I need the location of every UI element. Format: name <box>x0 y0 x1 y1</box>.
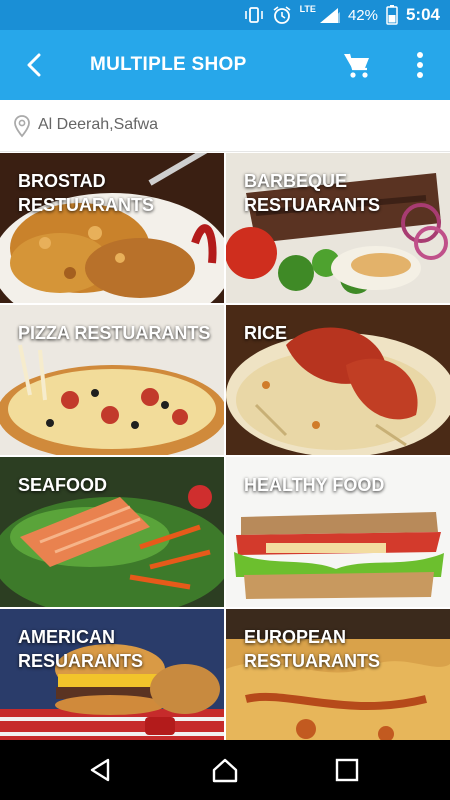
category-tile-american[interactable]: AMERICAN RESUARANTS <box>0 609 224 740</box>
back-button[interactable] <box>14 48 54 82</box>
location-bar[interactable]: Al Deerah,Safwa <box>0 100 450 152</box>
category-grid: BROSTAD RESTUARANTS BARBEQUE RESTUARANTS <box>0 153 450 740</box>
signal-icon <box>319 8 340 23</box>
category-label: PIZZA RESTUARANTS <box>18 323 211 343</box>
category-tile-seafood[interactable]: SEAFOOD <box>0 457 224 607</box>
status-icons: LTE 42% 5:04 <box>244 0 440 30</box>
category-label: BROSTAD RESTUARANTS <box>18 171 155 215</box>
alarm-icon <box>273 6 291 24</box>
category-tile-brostad[interactable]: BROSTAD RESTUARANTS <box>0 153 224 303</box>
location-text: Al Deerah,Safwa <box>38 116 159 133</box>
more-vert-icon <box>417 52 423 78</box>
network-label: LTE <box>299 4 316 14</box>
category-label: BARBEQUE RESTUARANTS <box>244 171 381 215</box>
app-bar: MULTIPLE SHOP <box>0 30 450 100</box>
nav-recents-icon[interactable] <box>332 756 362 784</box>
category-label: HEALTHY FOOD <box>244 475 385 495</box>
clock-time: 5:04 <box>405 5 440 24</box>
category-label: RICE <box>244 323 288 343</box>
category-tile-european[interactable]: EUROPEAN RESTUARANTS <box>226 609 450 740</box>
category-tile-rice[interactable]: RICE <box>226 305 450 455</box>
category-label: AMERICAN RESUARANTS <box>18 627 144 671</box>
back-arrow-icon <box>27 53 41 77</box>
battery-percent: 42% <box>347 6 378 24</box>
cart-icon <box>344 53 369 78</box>
nav-home-icon[interactable] <box>210 756 240 784</box>
cart-button[interactable] <box>342 50 376 80</box>
category-tile-barbeque[interactable]: BARBEQUE RESTUARANTS <box>226 153 450 303</box>
vibrate-icon <box>244 7 263 23</box>
category-label: EUROPEAN RESTUARANTS <box>244 627 381 671</box>
nav-back-icon[interactable] <box>86 756 116 784</box>
category-tile-pizza[interactable]: PIZZA RESTUARANTS <box>0 305 224 455</box>
page-title: MULTIPLE SHOP <box>90 54 247 75</box>
system-nav-bar <box>0 740 450 800</box>
category-label: SEAFOOD <box>18 475 108 495</box>
battery-icon <box>386 5 398 25</box>
category-tile-healthy-food[interactable]: HEALTHY FOOD <box>226 457 450 607</box>
status-bar: LTE 42% 5:04 <box>0 0 450 30</box>
location-pin-icon <box>14 115 30 138</box>
more-options-button[interactable] <box>406 48 434 82</box>
